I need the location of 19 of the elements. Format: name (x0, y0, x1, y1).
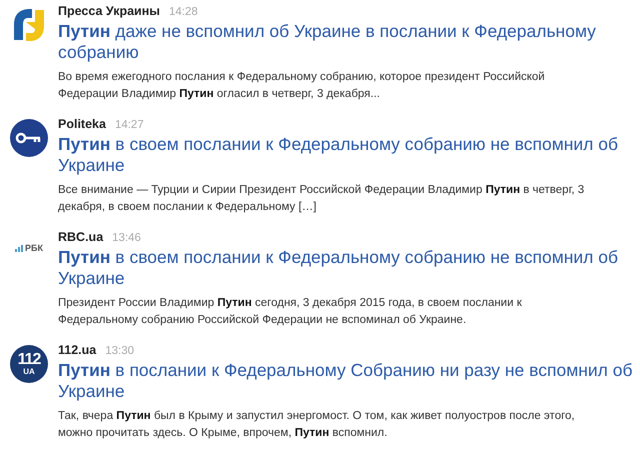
timestamp: 14:28 (168, 6, 198, 18)
logo: 112 UA (10, 345, 48, 383)
news-snippet: Президент России Владимир Путин сегодня, 3 декабря 2015 года, в своем послании к Федеральному собранию Российской Федерации не вспоминал об Украине. (58, 296, 523, 328)
headline-link[interactable]: Путин в своем послании к Федеральному собранию не вспомнил об Украине (58, 134, 634, 176)
news-snippet: Во время ежегодного послания к Федеральному собранию, которое президент Российской Федерации Владимир Путин огласил в четверг, 3 декабря... (58, 70, 546, 102)
key-icon (10, 119, 48, 157)
timestamp: 14:27 (114, 119, 144, 131)
source-name: RBC.ua (58, 230, 104, 244)
news-snippet: Так, вчера Путин был в Крыму и запустил энергомост. О том, как живет полуостров после этого, можно прочитать здесь. О Крыме, впрочем, Путин вспомнил. (58, 409, 576, 441)
news-snippet: Все внимание — Турции и Сирии Президент Российской Федерации Владимир Путин в четверг, 3 декабря, в своем послании к Федеральному […] (58, 183, 586, 215)
headline-link[interactable]: Путин в послании к Федеральному Собранию ни разу не вспомнил об Украине (58, 360, 634, 402)
timestamp: 13:30 (105, 345, 134, 357)
source-name: Пресса Украины (58, 4, 160, 18)
headline-link[interactable]: Путин в своем послании к Федеральному собранию не вспомнил об Украине (58, 247, 634, 289)
source-name: Politeka (58, 117, 106, 131)
headline-link[interactable]: Путин даже не вспомнил об Украине в послании к Федеральному собранию (58, 21, 634, 63)
timestamp: 13:46 (112, 232, 141, 244)
source-name: 112.ua (58, 343, 96, 357)
logo: РБК (15, 242, 43, 254)
